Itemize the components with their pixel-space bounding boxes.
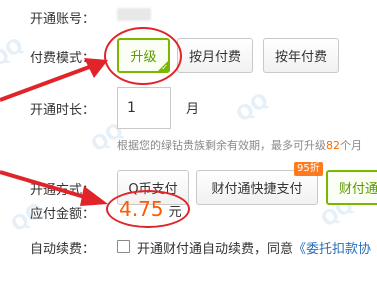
- amount-label: 应付金额：: [30, 207, 96, 222]
- annotation-arrow-amount: [0, 170, 108, 206]
- method-tenpay-button[interactable]: 财付通: [326, 170, 377, 205]
- duration-hint-suffix: 个月: [340, 139, 362, 152]
- duration-unit: 月: [186, 102, 200, 117]
- account-label: 开通账号：: [30, 12, 96, 27]
- auto-renew-agreement-link[interactable]: 《委托扣款协: [293, 242, 371, 257]
- payment-mode-monthly-label: 按月付费: [188, 50, 241, 65]
- duration-hint-number: 82: [326, 139, 340, 152]
- duration-hint-prefix: 根据您的绿钻贵族剩余有效期，最多可升级: [117, 139, 326, 152]
- payment-mode-yearly-label: 按年付费: [274, 50, 327, 65]
- duration-hint: 根据您的绿钻贵族剩余有效期，最多可升级82个月: [117, 137, 362, 153]
- duration-label: 开通时长：: [30, 103, 96, 118]
- payment-mode-monthly-button[interactable]: 按月付费: [177, 38, 253, 73]
- auto-renew-label: 自动续费：: [30, 242, 96, 257]
- annotation-ellipse-amount: [106, 190, 190, 228]
- discount-badge: 95折: [294, 162, 323, 176]
- method-tenpay-quick-label: 财付通快捷支付: [211, 182, 303, 197]
- auto-renew-text-wrap: 开通财付通自动续费，同意《委托扣款协: [137, 238, 371, 257]
- payment-mode-yearly-button[interactable]: 按年付费: [263, 38, 339, 73]
- auto-renew-checkbox[interactable]: [117, 240, 130, 253]
- duration-input[interactable]: [117, 87, 171, 129]
- account-value-blurred: [117, 8, 151, 21]
- method-tenpay-label: 财付通: [339, 182, 377, 197]
- watermark: QQ: [231, 87, 273, 127]
- auto-renew-text: 开通财付通自动续费，同意: [137, 242, 294, 257]
- annotation-ellipse-upgrade: [104, 27, 182, 85]
